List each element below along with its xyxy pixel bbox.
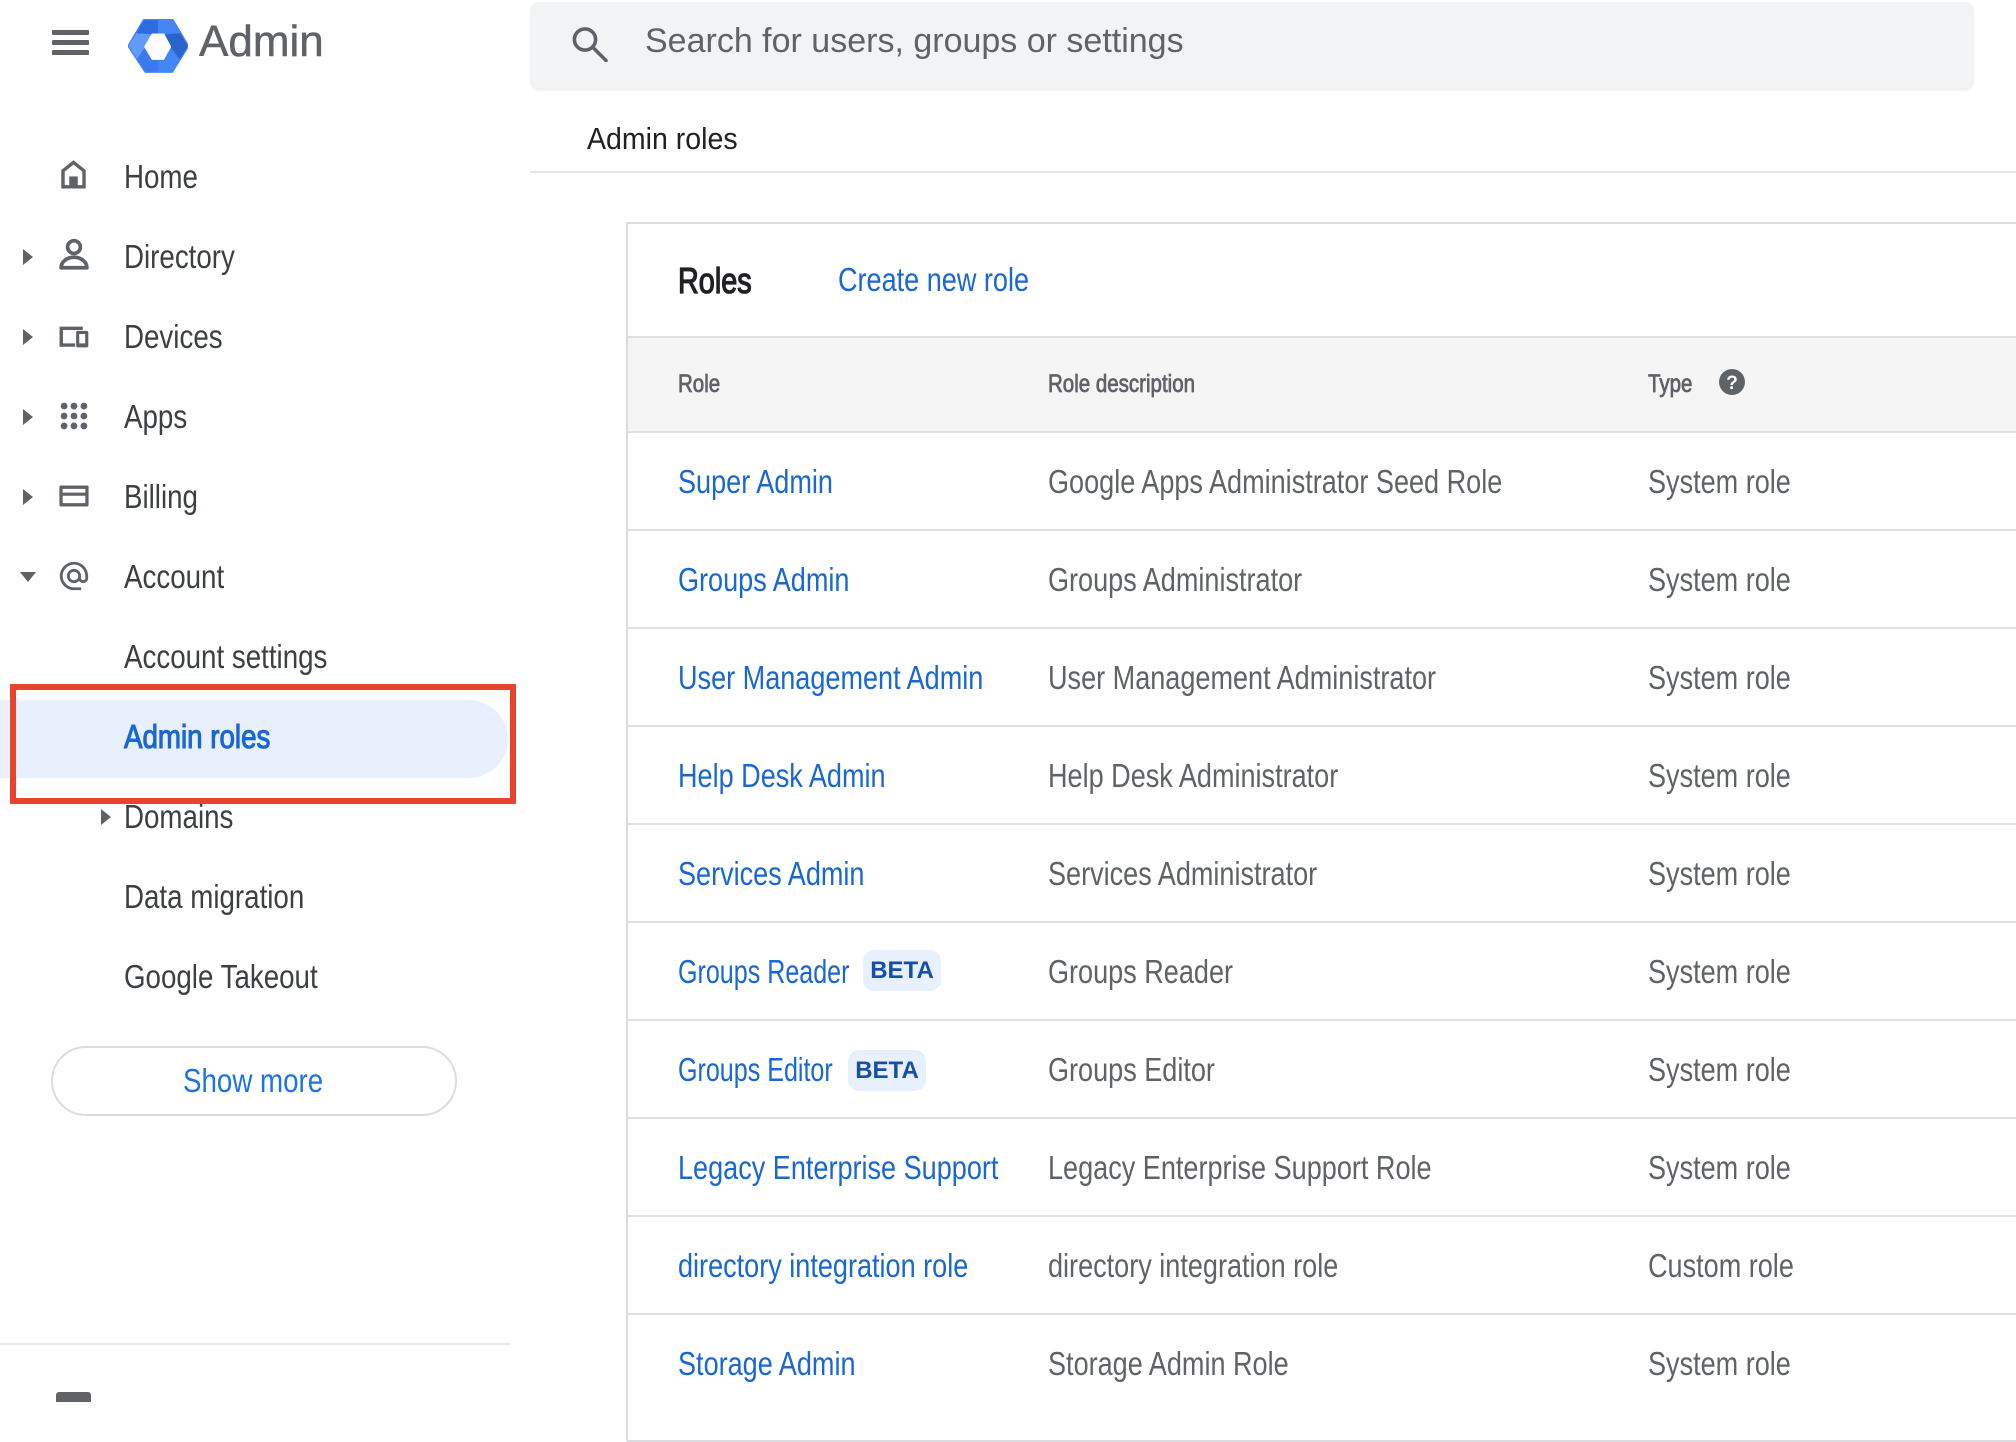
svg-text:?: ? (1726, 373, 1738, 394)
